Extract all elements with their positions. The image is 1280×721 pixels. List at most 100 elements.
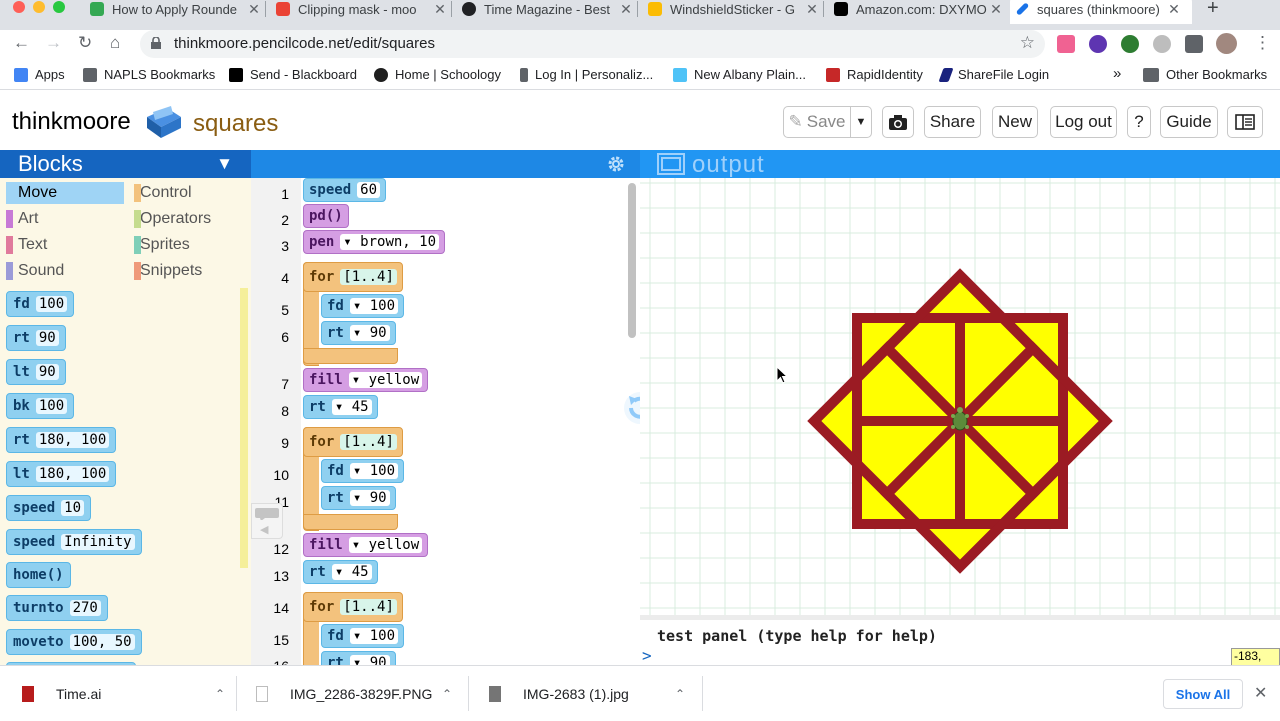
palette-block-turnto[interactable]: turnto 270 [6,595,108,621]
block-argument[interactable]: ▾ 100 [349,628,399,644]
profile-avatar[interactable] [1216,33,1237,54]
code-block-speed[interactable]: speed 60 [303,178,387,202]
tab-close-icon[interactable]: ✕ [618,1,634,18]
bookmark-schoology[interactable]: Home | Schoology [374,67,501,82]
code-block-fd[interactable]: fd ▾ 100 [321,459,405,483]
code-block-rt[interactable]: rt ▾ 90 [321,321,396,345]
block-argument[interactable]: 100 [35,398,68,414]
code-block-rt[interactable]: rt ▾ 45 [303,395,378,419]
palette-block-rt-arc[interactable]: rt 180, 100 [6,427,117,453]
block-argument[interactable]: 270 [69,600,101,616]
block-argument[interactable]: [1..4] [340,434,397,450]
output-canvas[interactable] [640,178,1280,615]
save-menu-button[interactable]: ▼ [850,106,872,138]
palette-block-lt[interactable]: lt 90 [6,359,66,385]
code-block-fill[interactable]: fill ▾ yellow [303,533,429,557]
block-argument[interactable]: 100, 50 [69,634,135,650]
category-snippets[interactable]: Snippets [128,260,202,282]
palette-block-speed[interactable]: speed 10 [6,495,92,521]
block-argument[interactable]: Infinity [61,534,135,550]
tab-apply-rounded[interactable]: How to Apply Rounde ✕ [90,0,262,18]
tab-close-icon[interactable]: ✕ [1166,1,1182,18]
palette-block-home[interactable]: home() [6,562,71,588]
code-block-rt[interactable]: rt ▾ 45 [303,560,378,584]
block-argument[interactable]: ▾ yellow [348,537,423,553]
palette-block-bk[interactable]: bk 100 [6,393,75,419]
code-editor[interactable]: speed 60 pd() pen ▾ brown, 10 for [1..4] fd… [301,178,640,665]
collapse-triangle-icon[interactable]: ▼ [216,150,233,178]
bookmark-new-albany[interactable]: New Albany Plain... [673,67,806,82]
tab-close-icon[interactable]: ✕ [246,1,262,18]
code-block-fill[interactable]: fill ▾ yellow [303,368,429,392]
block-argument[interactable]: ▾ 90 [349,490,390,506]
download-menu-caret-icon[interactable]: ⌃ [442,687,452,701]
code-block-rt[interactable]: rt ▾ 90 [321,486,396,510]
new-button[interactable]: New [992,106,1038,138]
code-block-fd[interactable]: fd ▾ 100 [321,624,405,648]
console-prompt[interactable]: > [642,646,652,665]
palette-block-lt-arc[interactable]: lt 180, 100 [6,461,117,487]
tab-clipping-mask[interactable]: Clipping mask - moo ✕ [276,0,448,18]
block-argument[interactable]: ▾ 90 [349,325,390,341]
guide-button[interactable]: Guide [1160,106,1218,138]
brand-name[interactable]: thinkmoore [12,108,131,136]
code-block-rt[interactable]: rt ▾ 90 [321,651,396,665]
save-button[interactable]: ✎ Save [783,106,851,138]
palette-block-moveto[interactable]: moveto 100, 50 [6,629,142,655]
block-argument[interactable]: 10 [61,500,85,516]
download-menu-caret-icon[interactable]: ⌃ [675,687,685,701]
category-art[interactable]: Art [6,208,38,230]
address-bar[interactable]: thinkmoore.pencilcode.net/edit/squares ☆ [140,30,1045,58]
screen-icon[interactable] [657,153,685,175]
block-argument[interactable]: [1..4] [340,599,397,615]
download-item[interactable]: IMG-2683 (1).jpg ⌃ [489,666,685,721]
block-argument[interactable]: ▾ 90 [349,655,390,665]
bookmark-star-icon[interactable]: ☆ [1020,33,1035,53]
tab-close-icon[interactable]: ✕ [432,1,448,18]
bookmark-sharefile[interactable]: ShareFile Login [938,67,1049,82]
block-argument[interactable]: 60 [357,182,381,198]
tab-windshield-sticker[interactable]: WindshieldSticker - G ✕ [648,0,820,18]
tab-close-icon[interactable]: ✕ [988,1,1004,18]
download-menu-caret-icon[interactable]: ⌃ [215,687,225,701]
block-argument[interactable]: ▾ 45 [331,399,372,415]
block-argument[interactable]: ▾ 100 [349,463,399,479]
browser-menu-icon[interactable]: ⋮ [1254,33,1271,53]
extension-gear-icon[interactable] [1153,35,1171,53]
bookmark-other[interactable]: Other Bookmarks [1143,67,1267,82]
code-block-pen[interactable]: pen ▾ brown, 10 [303,230,446,254]
toggle-blocks-button[interactable]: ◀ [251,503,283,539]
block-argument[interactable]: 90 [35,364,59,380]
palette-block-speed-infinity[interactable]: speed Infinity [6,529,142,555]
window-close-button[interactable] [13,1,25,13]
home-icon[interactable]: ⌂ [110,33,120,53]
category-sprites[interactable]: Sprites [128,234,190,256]
logout-button[interactable]: Log out [1050,106,1117,138]
tab-close-icon[interactable]: ✕ [804,1,820,18]
category-control[interactable]: Control [128,182,192,204]
code-block-pd[interactable]: pd() [303,204,349,228]
test-panel[interactable]: test panel (type help for help) > [640,615,1280,665]
code-block-for[interactable]: for [1..4] [303,592,403,622]
help-button[interactable]: ? [1127,106,1151,138]
block-argument[interactable]: [1..4] [340,269,397,285]
project-name[interactable]: squares [193,110,278,138]
category-sound[interactable]: Sound [6,260,64,282]
palette-scrollbar[interactable] [240,288,248,568]
forward-icon[interactable]: → [45,33,62,53]
block-argument[interactable]: ▾ yellow [348,372,423,388]
palette-block-fd[interactable]: fd 100 [6,291,75,317]
palette-block-rt[interactable]: rt 90 [6,325,66,351]
block-argument[interactable]: 100 [35,296,68,312]
block-argument[interactable]: 180, 100 [35,432,110,448]
toggle-layout-button[interactable] [1227,106,1263,138]
code-block-fd[interactable]: fd ▾ 100 [321,294,405,318]
code-block-for[interactable]: for [1..4] [303,262,403,292]
bookmark-blackboard[interactable]: Send - Blackboard [229,67,357,82]
share-button[interactable]: Share [924,106,981,138]
show-all-downloads-button[interactable]: Show All [1163,679,1243,709]
blocks-panel-header[interactable]: Blocks ▼ [0,150,251,178]
window-zoom-button[interactable] [53,1,65,13]
reload-icon[interactable]: ↻ [78,33,92,53]
tab-amazon[interactable]: Amazon.com: DXYMO ✕ [834,0,1004,18]
